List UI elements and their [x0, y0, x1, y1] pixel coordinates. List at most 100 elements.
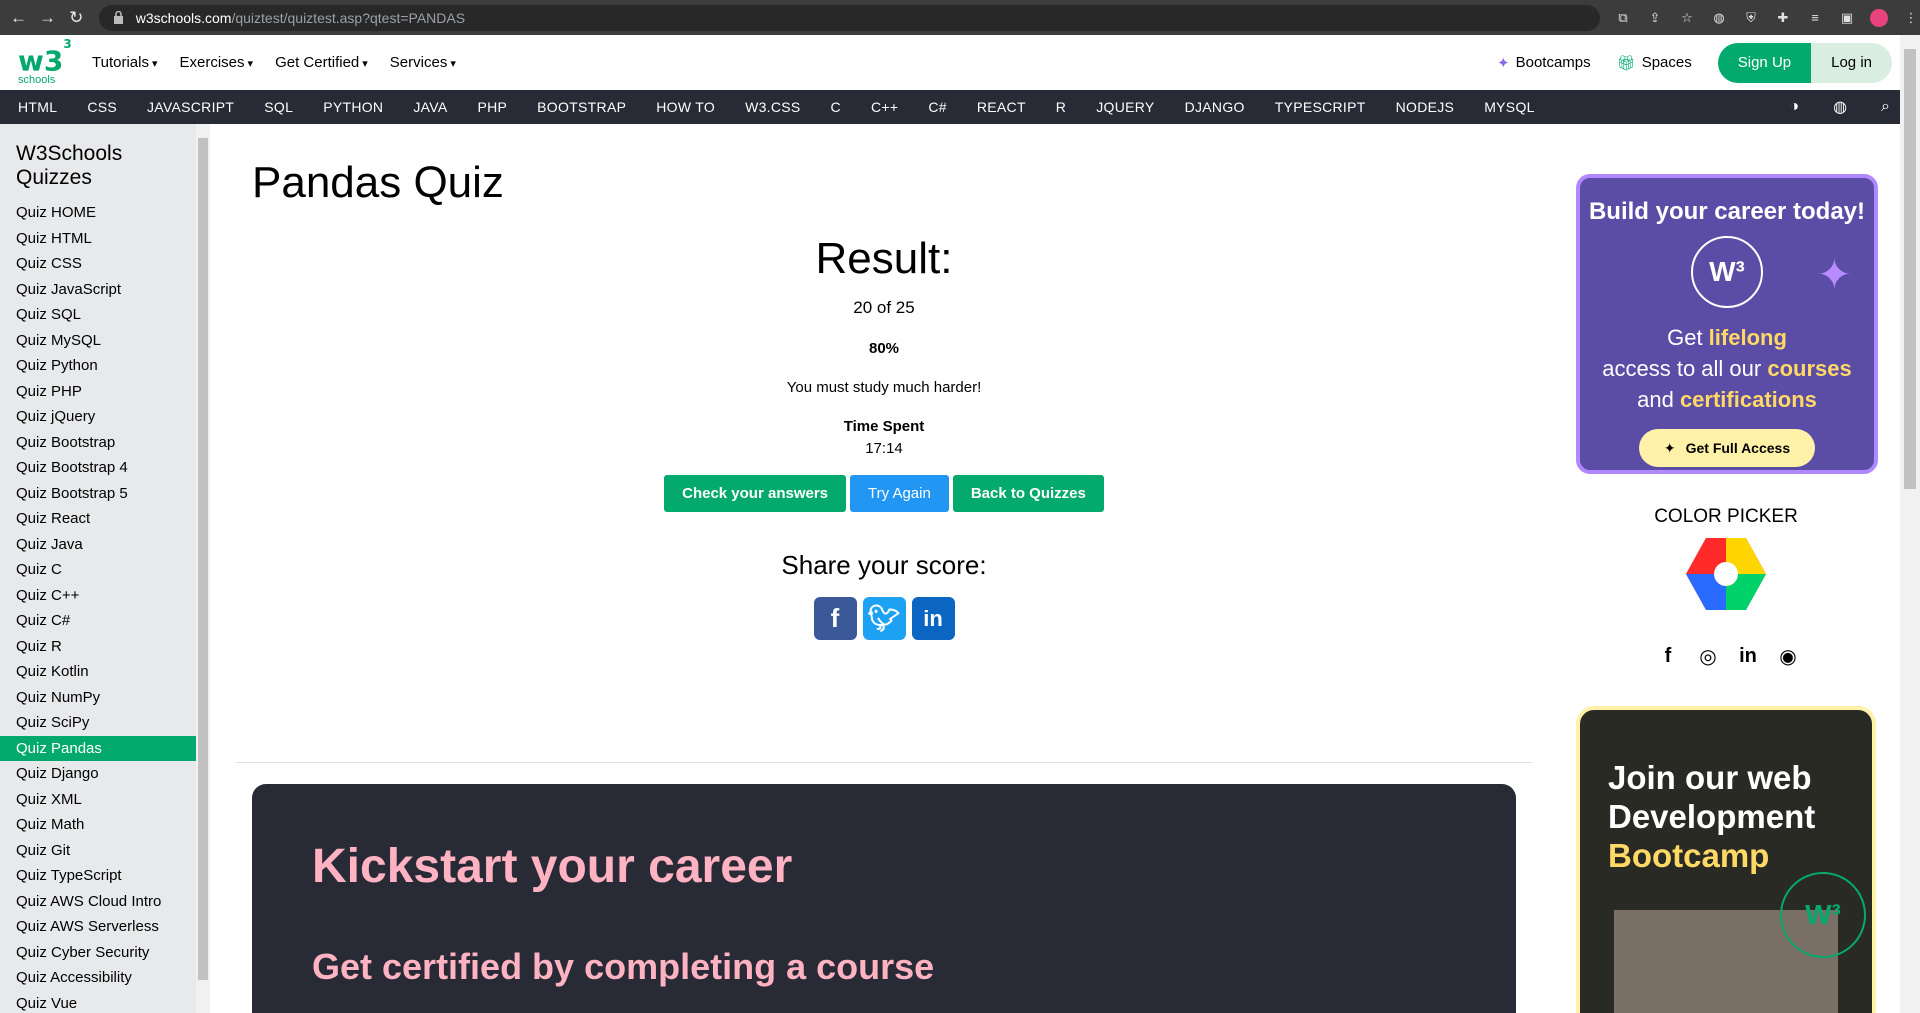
instagram-icon[interactable]: ◎ — [1694, 642, 1722, 670]
sidebar-item[interactable]: Quiz SciPy — [0, 710, 210, 736]
puzzle-icon[interactable]: ✚ — [1774, 9, 1792, 27]
page-scroll-thumb[interactable] — [1904, 49, 1916, 489]
nav-cpp[interactable]: C++ — [871, 99, 898, 115]
sidebar-item[interactable]: Quiz TypeScript — [0, 863, 210, 889]
nav-java[interactable]: JAVA — [413, 99, 447, 115]
nav-javascript[interactable]: JAVASCRIPT — [147, 99, 234, 115]
menu-tutorials[interactable]: Tutorials — [92, 54, 158, 71]
translate-icon[interactable]: ⧉ — [1614, 9, 1632, 27]
sidebar-item[interactable]: Quiz JavaScript — [0, 277, 210, 303]
nav-python[interactable]: PYTHON — [323, 99, 383, 115]
nav-php[interactable]: PHP — [477, 99, 507, 115]
sidebar-item[interactable]: Quiz Java — [0, 532, 210, 558]
sidebar-item[interactable]: Quiz Kotlin — [0, 659, 210, 685]
sidebar-item[interactable]: Quiz AWS Cloud Intro — [0, 889, 210, 915]
share-icon[interactable]: ⇪ — [1646, 9, 1664, 27]
sidebar-item[interactable]: Quiz C++ — [0, 583, 210, 609]
sidebar-item[interactable]: Quiz Bootstrap 5 — [0, 481, 210, 507]
career-ad[interactable]: Build your career today! W³ ✦ Get lifelo… — [1576, 174, 1878, 474]
globe-icon[interactable]: ◍ — [1710, 9, 1728, 27]
sidebar-item[interactable]: Quiz MySQL — [0, 328, 210, 354]
forward-icon[interactable]: → — [37, 6, 58, 30]
sidebar-item[interactable]: Quiz R — [0, 634, 210, 660]
sidebar-item[interactable]: Quiz SQL — [0, 302, 210, 328]
sidebar-item[interactable]: Quiz CSS — [0, 251, 210, 277]
color-picker-hexagon-icon[interactable] — [1686, 538, 1766, 610]
search-icon[interactable]: ⌕ — [1881, 98, 1890, 116]
menu-exercises[interactable]: Exercises — [180, 54, 254, 71]
sidebar-item[interactable]: Quiz AWS Serverless — [0, 914, 210, 940]
sidepanel-icon[interactable]: ▣ — [1838, 9, 1856, 27]
nav-css[interactable]: CSS — [87, 99, 117, 115]
playlist-icon[interactable]: ≡ — [1806, 9, 1824, 27]
sparkle-icon: ✦ — [1816, 251, 1852, 298]
try-again-button[interactable]: Try Again — [850, 475, 949, 512]
kickstart-heading: Kickstart your career — [312, 840, 793, 893]
sidebar-scroll-thumb[interactable] — [198, 138, 208, 980]
back-to-quizzes-button[interactable]: Back to Quizzes — [952, 475, 1104, 512]
sidebar-item[interactable]: Quiz React — [0, 506, 210, 532]
nav-mysql[interactable]: MYSQL — [1484, 99, 1535, 115]
check-answers-button[interactable]: Check your answers — [664, 475, 847, 512]
linkedin-share-icon[interactable]: in — [911, 597, 955, 640]
menu-dots-icon[interactable]: ⋮ — [1902, 9, 1920, 27]
sidebar-item[interactable]: Quiz HOME — [0, 200, 210, 226]
reload-icon[interactable]: ↻ — [66, 6, 87, 30]
linkedin-icon[interactable]: in — [1734, 642, 1762, 670]
sidebar-item[interactable]: Quiz Django — [0, 761, 210, 787]
shield-icon[interactable]: ⛨ — [1742, 9, 1760, 27]
nav-w3css[interactable]: W3.CSS — [745, 99, 800, 115]
nav-csharp[interactable]: C# — [928, 99, 947, 115]
facebook-icon[interactable]: f — [1654, 642, 1682, 670]
address-bar[interactable]: w3schools.com/quiztest/quiztest.asp?qtes… — [98, 4, 1600, 31]
get-full-access-button[interactable]: ✦ Get Full Access — [1639, 429, 1815, 467]
nav-typescript[interactable]: TYPESCRIPT — [1275, 99, 1366, 115]
sidebar-item[interactable]: Quiz Pandas — [0, 735, 210, 761]
profile-avatar[interactable] — [1870, 8, 1888, 27]
bootcamp-ad[interactable]: Join our web Development Bootcamp W³ — [1576, 706, 1876, 1013]
sidebar-scrollbar[interactable] — [196, 124, 210, 1013]
nav-c[interactable]: C — [831, 99, 841, 115]
sidebar-item[interactable]: Quiz NumPy — [0, 685, 210, 711]
divider — [236, 762, 1532, 763]
bootcamps-link[interactable]: ✦ Bootcamps — [1497, 54, 1591, 72]
nav-nodejs[interactable]: NODEJS — [1396, 99, 1455, 115]
sidebar-item[interactable]: Quiz Bootstrap 4 — [0, 455, 210, 481]
facebook-share-icon[interactable]: f — [813, 597, 857, 640]
nav-sql[interactable]: SQL — [264, 99, 293, 115]
signup-button[interactable]: Sign Up — [1717, 42, 1812, 83]
sidebar-item[interactable]: Quiz Git — [0, 838, 210, 864]
sidebar-item[interactable]: Quiz Math — [0, 812, 210, 838]
login-button[interactable]: Log in — [1811, 42, 1892, 83]
discord-icon[interactable]: ◉ — [1774, 642, 1802, 670]
nav-bootstrap[interactable]: BOOTSTRAP — [537, 99, 626, 115]
sidebar-item[interactable]: Quiz PHP — [0, 379, 210, 405]
sidebar-item[interactable]: Quiz HTML — [0, 226, 210, 252]
menu-get-certified[interactable]: Get Certified — [275, 54, 368, 71]
sidebar-item[interactable]: Quiz XML — [0, 787, 210, 813]
career-line1-hl: lifelong — [1708, 325, 1787, 350]
sidebar-item[interactable]: Quiz Accessibility — [0, 965, 210, 991]
sidebar-item[interactable]: Quiz Vue — [0, 991, 210, 1013]
page-scrollbar[interactable] — [1900, 35, 1920, 1013]
sidebar-item[interactable]: Quiz C — [0, 557, 210, 583]
nav-r[interactable]: R — [1056, 99, 1066, 115]
sidebar-item[interactable]: Quiz Cyber Security — [0, 940, 210, 966]
sidebar-item[interactable]: Quiz C# — [0, 608, 210, 634]
sidebar-item[interactable]: Quiz Python — [0, 353, 210, 379]
twitter-share-icon[interactable]: 🐦︎ — [862, 597, 906, 640]
sidebar-item[interactable]: Quiz Bootstrap — [0, 430, 210, 456]
globe-icon[interactable]: ◍ — [1833, 97, 1847, 117]
star-icon[interactable]: ☆ — [1678, 9, 1696, 27]
back-icon[interactable]: ← — [8, 6, 29, 30]
nav-html[interactable]: HTML — [18, 99, 57, 115]
nav-jquery[interactable]: JQUERY — [1096, 99, 1154, 115]
menu-services[interactable]: Services — [390, 54, 456, 71]
nav-django[interactable]: DJANGO — [1185, 99, 1245, 115]
contrast-icon[interactable]: ◑ — [1789, 98, 1799, 116]
nav-react[interactable]: REACT — [977, 99, 1026, 115]
spaces-link[interactable]: 🎁︎ Spaces — [1617, 54, 1692, 72]
nav-howto[interactable]: HOW TO — [656, 99, 715, 115]
w3schools-logo[interactable]: w33 schools — [18, 37, 72, 86]
sidebar-item[interactable]: Quiz jQuery — [0, 404, 210, 430]
